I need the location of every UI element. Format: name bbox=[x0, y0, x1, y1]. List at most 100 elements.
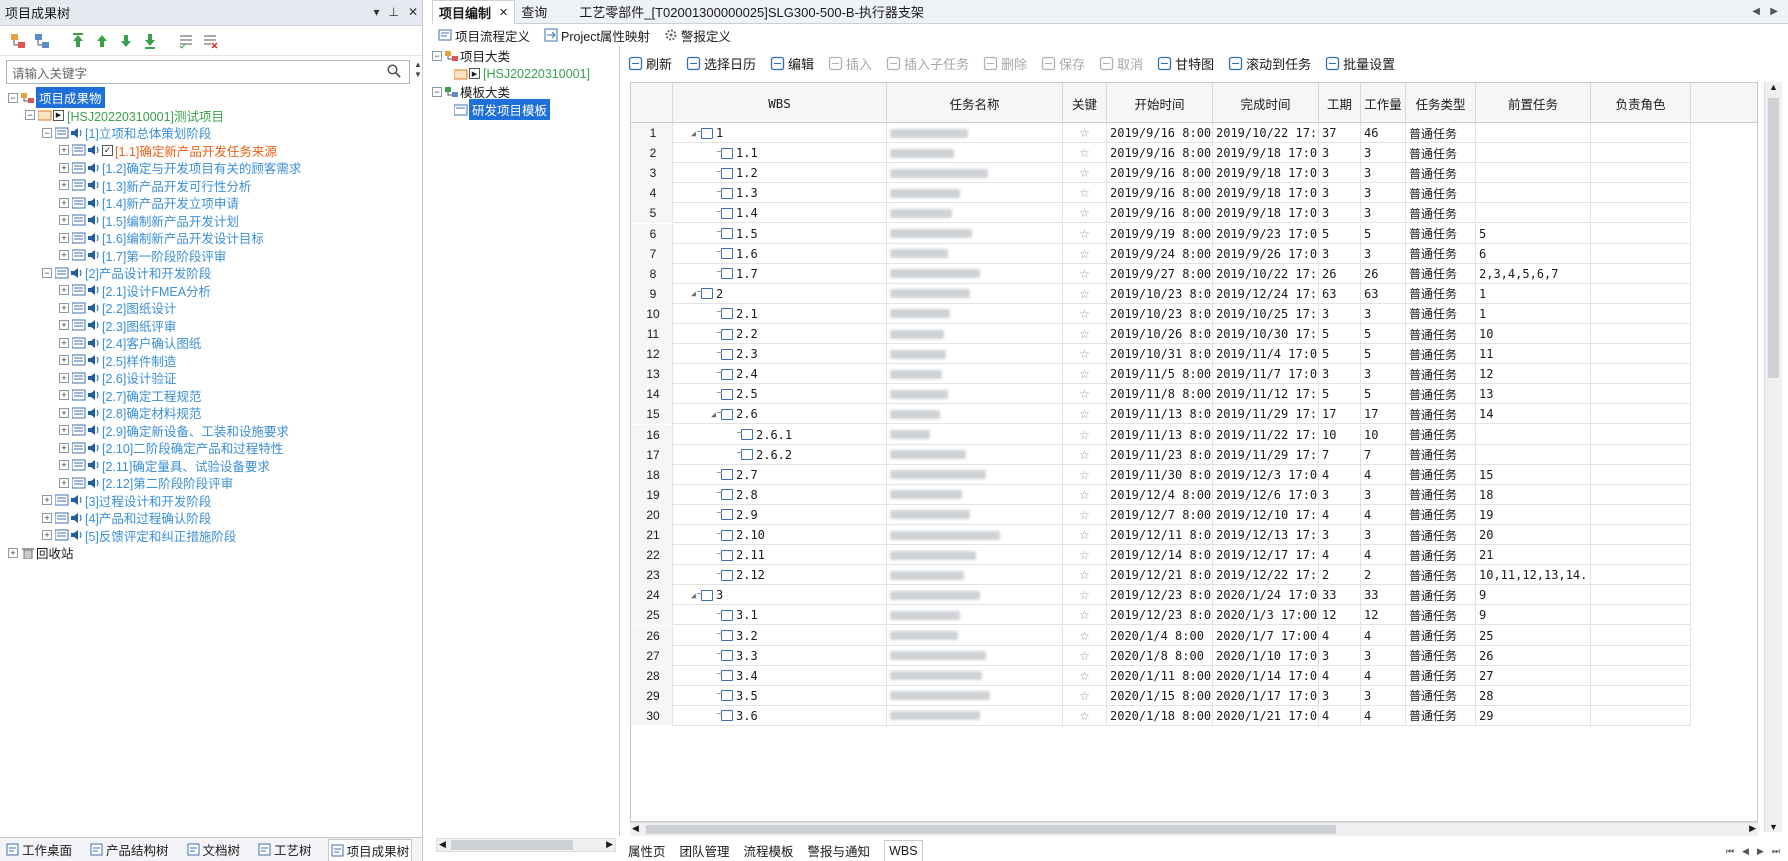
start-cell[interactable]: 2019/10/23 8:00 bbox=[1107, 283, 1213, 304]
end-cell[interactable]: 2020/1/24 17:00 bbox=[1213, 585, 1319, 606]
collapse-icon[interactable]: − bbox=[42, 267, 52, 278]
end-cell[interactable]: 2019/9/26 17:00 bbox=[1213, 243, 1319, 264]
dur-cell[interactable]: 4 bbox=[1319, 705, 1361, 726]
tree-node[interactable]: + [1.5]编制新产品开发计划 bbox=[59, 211, 239, 230]
start-cell[interactable]: 2020/1/11 8:00 bbox=[1107, 665, 1213, 686]
work-cell[interactable]: 2 bbox=[1361, 565, 1406, 586]
wbs-cell[interactable]: 2.1 bbox=[673, 303, 887, 324]
table-row[interactable]: 112.2☆2019/10/26 8:002019/10/30 17:0055普… bbox=[631, 324, 1691, 344]
tree-node[interactable]: + [2.6]设计验证 bbox=[59, 368, 176, 387]
wbs-cell[interactable]: 3.6 bbox=[673, 705, 887, 726]
checkbox[interactable]: ✓ bbox=[102, 144, 113, 156]
table-row[interactable]: 172.6.2☆2019/11/23 8:002019/11/29 17:007… bbox=[631, 444, 1691, 465]
dur-cell[interactable]: 3 bbox=[1319, 685, 1361, 706]
tree-node[interactable]: + [2.9]确定新设备、工装和设施要求 bbox=[59, 421, 289, 440]
pred-cell[interactable] bbox=[1476, 444, 1591, 465]
work-cell[interactable]: 3 bbox=[1361, 203, 1406, 224]
task-name-cell[interactable] bbox=[887, 565, 1063, 586]
expand-icon[interactable]: + bbox=[59, 355, 69, 365]
start-cell[interactable]: 2019/9/16 8:00 bbox=[1107, 143, 1213, 164]
role-cell[interactable] bbox=[1591, 625, 1691, 646]
work-cell[interactable]: 5 bbox=[1361, 384, 1406, 405]
pred-cell[interactable]: 6 bbox=[1476, 243, 1591, 264]
tree-node-recycle-bin[interactable]: + 回收站 bbox=[8, 543, 74, 562]
work-cell[interactable]: 17 bbox=[1361, 404, 1406, 425]
column-header[interactable]: WBS bbox=[673, 83, 887, 123]
dur-cell[interactable]: 12 bbox=[1319, 605, 1361, 626]
table-row[interactable]: 232.12☆2019/12/21 8:002019/12/22 17:0022… bbox=[631, 565, 1691, 586]
dur-cell[interactable]: 33 bbox=[1319, 585, 1361, 606]
dur-cell[interactable]: 4 bbox=[1319, 464, 1361, 485]
task-name-cell[interactable] bbox=[887, 685, 1063, 706]
tree-node[interactable]: + [2.4]客户确认图纸 bbox=[59, 333, 201, 352]
start-cell[interactable]: 2019/11/30 8:00 bbox=[1107, 464, 1213, 485]
search-icon[interactable] bbox=[387, 64, 401, 81]
type-cell[interactable]: 普通任务 bbox=[1406, 424, 1476, 445]
task-name-cell[interactable] bbox=[887, 545, 1063, 566]
wbs-cell[interactable]: 3.4 bbox=[673, 665, 887, 686]
dur-cell[interactable]: 3 bbox=[1319, 645, 1361, 666]
role-cell[interactable] bbox=[1591, 203, 1691, 224]
table-row[interactable]: 29 3.5 ☆ 2020/1/15 8:00 2020/1/17 17:00 3 3 普通任… bbox=[631, 685, 1691, 706]
wbs-cell[interactable]: 1.5 bbox=[673, 223, 887, 244]
work-cell[interactable]: 4 bbox=[1361, 545, 1406, 566]
end-cell[interactable]: 2019/12/22 17:00 bbox=[1213, 565, 1319, 586]
table-row[interactable]: 5 1.4 ☆ 2019/9/16 8:00 2019/9/18 17:00 3 3 普通任务 bbox=[631, 203, 1691, 224]
expand-icon[interactable]: + bbox=[8, 547, 18, 558]
end-cell[interactable]: 2020/1/3 17:00 bbox=[1213, 605, 1319, 626]
type-cell[interactable]: 普通任务 bbox=[1406, 263, 1476, 284]
clear-selection-icon[interactable] bbox=[200, 31, 220, 51]
start-cell[interactable]: 2019/9/16 8:00 bbox=[1107, 183, 1213, 204]
role-cell[interactable] bbox=[1591, 545, 1691, 566]
mid-hscrollbar[interactable]: ◀ ▶ bbox=[436, 838, 616, 852]
dur-cell[interactable]: 5 bbox=[1319, 223, 1361, 244]
start-cell[interactable]: 2019/12/23 8:00 bbox=[1107, 605, 1213, 626]
expand-icon[interactable]: + bbox=[59, 250, 69, 260]
start-cell[interactable]: 2019/9/16 8:00 bbox=[1107, 163, 1213, 184]
wbs-cell[interactable]: 2.6.2 bbox=[673, 444, 887, 465]
collapse-icon[interactable]: − bbox=[432, 50, 442, 61]
dur-cell[interactable]: 4 bbox=[1319, 665, 1361, 686]
task-name-cell[interactable] bbox=[887, 605, 1063, 626]
close-icon[interactable]: ✕ bbox=[408, 5, 418, 19]
column-header[interactable]: 前置任务 bbox=[1476, 83, 1591, 123]
table-row[interactable]: 1◢1☆2019/9/16 8:002019/10/22 17:003746普通… bbox=[631, 123, 1691, 143]
role-cell[interactable] bbox=[1591, 645, 1691, 666]
work-cell[interactable]: 26 bbox=[1361, 263, 1406, 284]
pred-cell[interactable]: 28 bbox=[1476, 685, 1591, 706]
end-cell[interactable]: 2020/1/7 17:00 bbox=[1213, 625, 1319, 646]
task-name-cell[interactable] bbox=[887, 143, 1063, 164]
table-row[interactable]: 19 2.8 ☆ 2019/12/4 8:00 2019/12/6 17:00 3 3 普通任… bbox=[631, 484, 1691, 505]
start-cell[interactable]: 2019/11/13 8:00 bbox=[1107, 404, 1213, 425]
key-star-icon[interactable]: ☆ bbox=[1063, 303, 1107, 324]
tree-node[interactable]: + [2.12]第二阶段阶段评审 bbox=[59, 473, 233, 492]
wbs-cell[interactable]: 2.8 bbox=[673, 484, 887, 505]
work-cell[interactable]: 3 bbox=[1361, 243, 1406, 264]
last-page-icon[interactable]: ⏭ bbox=[1772, 846, 1780, 857]
task-name-cell[interactable] bbox=[887, 585, 1063, 606]
task-name-cell[interactable] bbox=[887, 223, 1063, 244]
type-cell[interactable]: 普通任务 bbox=[1406, 344, 1476, 365]
start-cell[interactable]: 2019/9/19 8:00 bbox=[1107, 223, 1213, 244]
wbs-cell[interactable]: ◢ 3 bbox=[673, 585, 887, 606]
dur-cell[interactable]: 4 bbox=[1319, 504, 1361, 525]
task-name-cell[interactable] bbox=[887, 384, 1063, 405]
first-page-icon[interactable]: ⏮ bbox=[1726, 846, 1734, 857]
key-star-icon[interactable]: ☆ bbox=[1063, 283, 1107, 304]
expand-icon[interactable]: + bbox=[59, 162, 69, 173]
work-cell[interactable]: 3 bbox=[1361, 143, 1406, 164]
role-cell[interactable] bbox=[1591, 364, 1691, 385]
tree-node[interactable]: + [2.11]确定量具、试验设备要求 bbox=[59, 456, 270, 475]
expand-icon[interactable]: + bbox=[42, 530, 52, 540]
start-cell[interactable]: 2020/1/4 8:00 bbox=[1107, 625, 1213, 646]
pred-cell[interactable]: 25 bbox=[1476, 625, 1591, 646]
search-spinner-icon[interactable]: ▲ ▼ bbox=[414, 60, 422, 80]
table-row[interactable]: 28 3.4 ☆ 2020/1/11 8:00 2020/1/14 17:00 4 4 普通任… bbox=[631, 665, 1691, 686]
end-cell[interactable]: 2020/1/21 17:00 bbox=[1213, 705, 1319, 726]
end-cell[interactable]: 2020/1/14 17:00 bbox=[1213, 665, 1319, 686]
pred-cell[interactable] bbox=[1476, 424, 1591, 445]
bottom-tab-desktop[interactable]: 工作桌面 bbox=[4, 839, 74, 861]
scroll-thumb[interactable] bbox=[646, 825, 1336, 834]
table-row[interactable]: 142.5☆2019/11/8 8:002019/11/12 17:0055普通… bbox=[631, 384, 1691, 405]
task-name-cell[interactable] bbox=[887, 404, 1063, 425]
